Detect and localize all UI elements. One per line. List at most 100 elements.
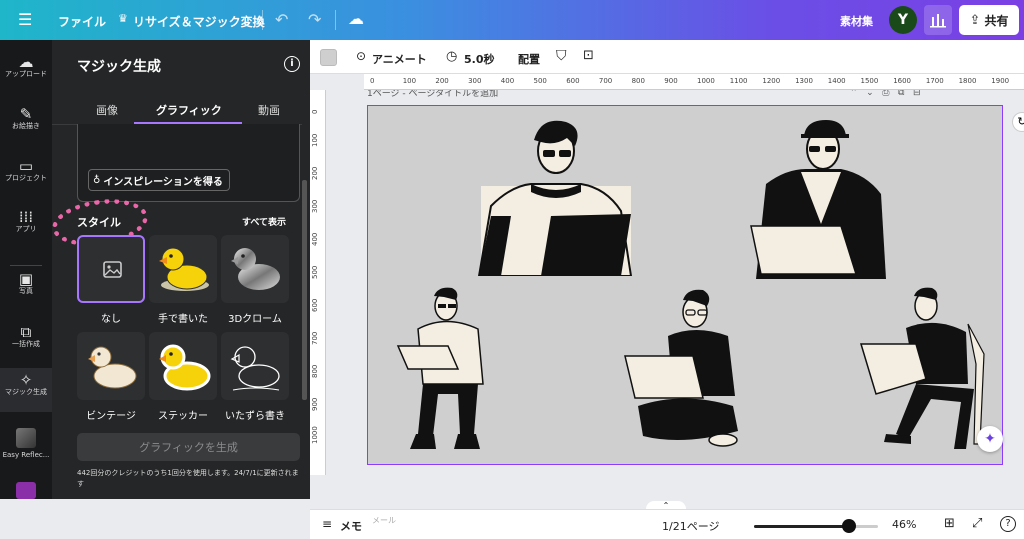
rail-item-draw[interactable]: ✎ お絵描き <box>0 105 52 154</box>
zoom-percent[interactable]: 46% <box>892 518 916 531</box>
lock-icon[interactable]: ⊡ <box>583 48 594 63</box>
paint-format-icon[interactable]: ⛉ <box>556 48 567 64</box>
rotate-handle-icon[interactable]: ↻ <box>1012 112 1024 132</box>
rail-item-upload[interactable]: ☁ アップロード <box>0 55 52 102</box>
style-label-doodle: いたずら書き <box>225 411 285 422</box>
ruler-tick-label: 1500 <box>860 77 879 85</box>
generate-button-label: グラフィックを生成 <box>139 441 238 454</box>
style-card-hand-drawn[interactable] <box>149 235 217 303</box>
illustration-man-laptop-2[interactable] <box>746 114 896 279</box>
fullscreen-icon[interactable]: ⤢ <box>972 516 982 531</box>
ruler-tick-label: 1100 <box>729 77 748 85</box>
zoom-slider-handle[interactable] <box>842 519 856 533</box>
ruler-tick-label: 200 <box>311 166 319 180</box>
style-card-none[interactable] <box>77 235 145 303</box>
rail-label: プロジェクト <box>5 174 47 182</box>
panel-title: マジック生成 <box>77 59 161 75</box>
illustration-man-laptop-3[interactable] <box>388 284 498 459</box>
ruler-tick-label: 300 <box>468 77 482 85</box>
style-heading: スタイル <box>77 216 121 229</box>
rail-item-bulk-create[interactable]: ⧉ 一括作成 <box>0 323 52 372</box>
vintage-duck-image <box>88 346 137 389</box>
tab-image[interactable]: 画像 <box>96 102 118 118</box>
style-card-3d-chrome[interactable] <box>221 235 289 303</box>
panel-scrollbar[interactable] <box>302 180 307 400</box>
rail-item-apps[interactable]: ⁞⁞⁞ アプリ <box>0 210 52 257</box>
ruler-tick-label: 500 <box>533 77 547 85</box>
style-card-sticker[interactable] <box>149 332 217 400</box>
cloud-saved-icon[interactable]: ☁ <box>348 9 364 28</box>
ruler-tick-label: 1200 <box>762 77 781 85</box>
file-menu[interactable]: ファイル <box>58 13 106 30</box>
ruler-tick-label: 100 <box>402 77 417 85</box>
app-thumbnail-partial[interactable] <box>16 482 36 499</box>
rail-label: アップロード <box>5 70 47 78</box>
rail-item-magic-generate[interactable]: ✧ マジック生成 <box>0 368 52 412</box>
magic-generate-panel: マジック生成 i 画像 グラフィック 動画 ♁ インスピレーションを得る スタイ… <box>49 40 310 499</box>
ruler-tick-label: 1700 <box>925 77 944 85</box>
inspiration-button[interactable]: ♁ インスピレーションを得る <box>88 169 230 191</box>
vertical-ruler: 0 100 200 300 400 500 600 700 800 900 1000 <box>310 90 326 475</box>
bulb-icon: ♁ <box>93 174 101 186</box>
share-button[interactable]: ⇪ 共有 <box>959 5 1019 35</box>
tab-video[interactable]: 動画 <box>258 102 280 118</box>
bottom-bar: ≡ メモ メール 1/21ページ 46% ⊞ ⤢ ? <box>310 509 1024 539</box>
menu-icon[interactable]: ☰ <box>18 10 32 29</box>
animate-button[interactable]: アニメート <box>372 51 427 67</box>
rail-item-projects[interactable]: ▭ プロジェクト <box>0 157 52 206</box>
animate-icon: ⊙ <box>356 49 367 63</box>
photo-icon: ▣ <box>18 270 34 288</box>
style-card-vintage[interactable] <box>77 332 145 400</box>
page-indicator[interactable]: 1/21ページ <box>662 518 719 534</box>
undo-icon[interactable]: ↶ <box>275 10 288 29</box>
canvas-toolbar: ⊙ アニメート ◷ 5.0秒 配置 ⛉ ⊡ <box>310 40 1024 74</box>
inspiration-label: インスピレーションを得る <box>103 176 223 188</box>
ruler-tick-label: 400 <box>500 77 515 85</box>
redo-icon[interactable]: ↷ <box>308 10 321 29</box>
style-label-none: なし <box>101 314 121 325</box>
credits-note: 442回分のクレジットのうち1回分を使用します。24/7/1に更新されます <box>77 469 299 488</box>
divider <box>335 10 336 30</box>
position-button[interactable]: 配置 <box>518 51 540 67</box>
help-icon[interactable]: ? <box>1000 516 1016 532</box>
rail-label: お絵描き <box>12 122 40 130</box>
assets-button[interactable]: 素材集 <box>840 13 873 29</box>
style-card-doodle[interactable] <box>221 332 289 400</box>
grid-view-icon[interactable]: ⊞ <box>944 516 955 531</box>
illustration-man-laptop-5[interactable] <box>856 284 991 459</box>
generate-button[interactable]: グラフィックを生成 <box>77 433 300 461</box>
ruler-tick-label: 200 <box>435 77 449 85</box>
ruler-tick-label: 0 <box>370 77 375 85</box>
ruler-tick-label: 400 <box>311 232 319 246</box>
resize-button[interactable]: リサイズ＆マジック変換 <box>133 13 265 30</box>
bar-chart-icon <box>930 14 946 28</box>
image-icon <box>103 261 122 278</box>
ruler-tick-label: 800 <box>311 364 319 378</box>
crown-icon: ♛ <box>118 12 128 25</box>
pen-icon: ✎ <box>19 105 33 123</box>
style-label-sticker: ステッカー <box>158 411 208 422</box>
magic-assist-button[interactable]: ✦ <box>977 426 1003 452</box>
bulk-create-icon: ⧉ <box>20 323 32 341</box>
share-label: 共有 <box>984 13 1009 28</box>
show-all-link[interactable]: すべて表示 <box>242 215 286 228</box>
duration-button[interactable]: 5.0秒 <box>464 51 495 67</box>
style-label-3d-chrome: 3Dクローム <box>228 314 282 325</box>
analytics-button[interactable] <box>924 5 952 35</box>
ruler-tick-label: 1600 <box>893 77 912 85</box>
color-swatch[interactable] <box>320 49 337 66</box>
rail-item-photos[interactable]: ▣ 写真 <box>0 270 52 319</box>
page-title[interactable]: 1ページ - ページタイトルを追加 <box>367 90 667 101</box>
illustration-man-laptop-4[interactable] <box>623 286 753 461</box>
rail-divider <box>10 265 42 266</box>
tab-graphic[interactable]: グラフィック <box>156 102 222 118</box>
rail-item-easy-reflections[interactable]: Easy Reflec... <box>0 428 52 472</box>
folder-icon: ▭ <box>18 157 34 175</box>
notes-button[interactable]: メモ <box>340 518 362 534</box>
design-page[interactable]: ✦ <box>367 105 1003 465</box>
ruler-tick-label: 700 <box>598 77 613 85</box>
info-icon[interactable]: i <box>284 56 300 72</box>
avatar[interactable]: Y <box>889 6 917 34</box>
illustration-man-laptop-1[interactable] <box>471 116 641 276</box>
editor-area: ⊙ アニメート ◷ 5.0秒 配置 ⛉ ⊡ 0 100 200 300 400 500 60… <box>310 40 1024 539</box>
